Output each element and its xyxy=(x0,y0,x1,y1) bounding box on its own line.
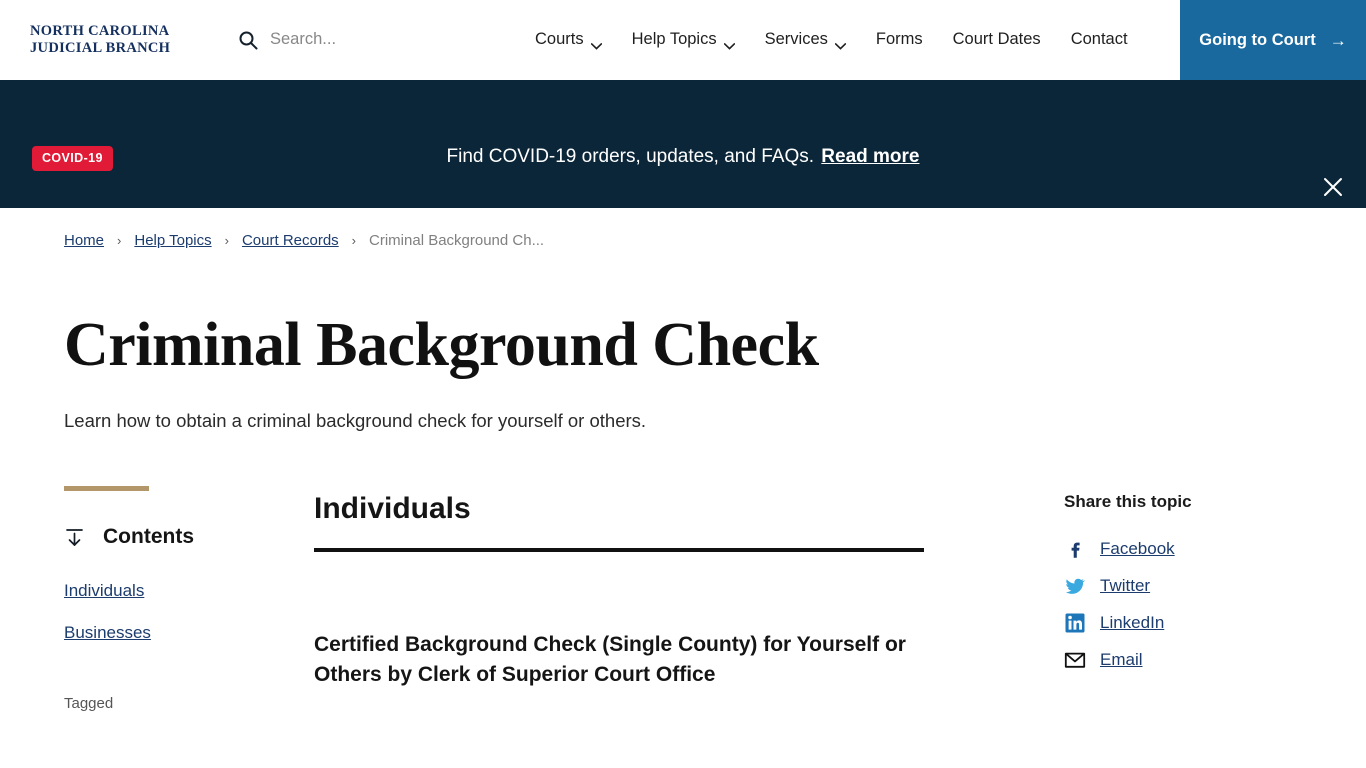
logo-line-1: NORTH CAROLINA xyxy=(30,22,170,39)
arrow-right-icon: → xyxy=(1329,30,1347,50)
page-body: Contents Individuals Businesses Tagged I… xyxy=(0,486,1366,712)
site-header: NORTH CAROLINA JUDICIAL BRANCH Courts He… xyxy=(0,0,1366,80)
nav-item-forms[interactable]: Forms xyxy=(876,30,923,49)
nav-item-courts[interactable]: Courts xyxy=(535,30,602,50)
share-link-twitter[interactable]: Twitter xyxy=(1064,575,1314,597)
search-input[interactable] xyxy=(270,30,440,49)
contents-link-individuals[interactable]: Individuals xyxy=(64,581,144,601)
nav-item-services[interactable]: Services xyxy=(764,30,846,50)
banner-message-wrap: Find COVID-19 orders, updates, and FAQs.… xyxy=(0,146,1366,168)
contents-link-businesses[interactable]: Businesses xyxy=(64,623,151,643)
page-title: Criminal Background Check xyxy=(64,311,819,379)
facebook-icon xyxy=(1064,538,1086,560)
cta-label: Going to Court xyxy=(1199,30,1316,49)
nav-label: Help Topics xyxy=(631,30,717,48)
nav-item-court-dates[interactable]: Court Dates xyxy=(953,30,1041,49)
share-link-list: Facebook Twitter LinkedIn Email xyxy=(1064,538,1314,671)
logo-line-2: JUDICIAL BRANCH xyxy=(30,39,171,56)
breadcrumb-item-current: Criminal Background Ch... xyxy=(369,231,545,249)
nav-label: Courts xyxy=(535,30,584,48)
share-panel: Share this topic Facebook Twitter Linked… xyxy=(1044,486,1314,712)
share-link-linkedin[interactable]: LinkedIn xyxy=(1064,612,1314,634)
nav-label: Contact xyxy=(1070,30,1128,48)
banner-message: Find COVID-19 orders, updates, and FAQs. xyxy=(446,146,815,167)
email-icon xyxy=(1064,649,1086,671)
chevron-down-icon xyxy=(834,36,846,50)
covid-alert-banner: COVID-19 Find COVID-19 orders, updates, … xyxy=(0,80,1366,208)
contents-header: Contents xyxy=(64,525,314,549)
share-link-facebook[interactable]: Facebook xyxy=(1064,538,1314,560)
breadcrumb-separator: › xyxy=(351,232,357,248)
share-link-email[interactable]: Email xyxy=(1064,649,1314,671)
nav-label: Services xyxy=(764,30,828,48)
contents-link-list: Individuals Businesses xyxy=(64,581,314,643)
nav-item-contact[interactable]: Contact xyxy=(1071,30,1128,49)
main-content: Individuals Certified Background Check (… xyxy=(314,486,1044,712)
breadcrumb: Home › Help Topics › Court Records › Cri… xyxy=(0,208,1366,272)
tagged-label: Tagged xyxy=(64,695,114,712)
read-more-link[interactable]: Read more xyxy=(821,146,919,167)
nav-label: Court Dates xyxy=(952,30,1041,48)
section-heading-individuals: Individuals xyxy=(314,492,924,552)
nav-label: Forms xyxy=(875,30,923,48)
contents-title: Contents xyxy=(103,525,194,548)
breadcrumb-separator: › xyxy=(117,232,122,248)
jump-to-icon xyxy=(64,527,85,548)
twitter-icon xyxy=(1064,575,1086,597)
breadcrumb-item-home[interactable]: Home xyxy=(64,232,104,249)
breadcrumb-item-court-records[interactable]: Court Records xyxy=(242,232,339,249)
subsection-heading-certified-background-check: Certified Background Check (Single Count… xyxy=(314,633,906,686)
share-panel-title: Share this topic xyxy=(1064,492,1192,511)
main-navigation: Courts Help Topics Services Forms Court … xyxy=(535,30,1128,50)
share-label: Email xyxy=(1100,650,1143,669)
breadcrumb-separator: › xyxy=(224,232,229,248)
share-label: Facebook xyxy=(1100,539,1175,558)
contents-sidebar: Contents Individuals Businesses Tagged xyxy=(0,486,314,712)
search-icon[interactable] xyxy=(238,30,258,50)
breadcrumb-item-help-topics[interactable]: Help Topics xyxy=(134,232,211,249)
share-label: LinkedIn xyxy=(1100,613,1165,632)
chevron-down-icon xyxy=(723,36,735,50)
chevron-down-icon xyxy=(590,36,602,50)
nav-item-help-topics[interactable]: Help Topics xyxy=(631,30,735,50)
search-box[interactable] xyxy=(238,20,440,60)
share-label: Twitter xyxy=(1100,576,1151,595)
page-subtitle: Learn how to obtain a criminal backgroun… xyxy=(64,410,647,431)
site-logo[interactable]: NORTH CAROLINA JUDICIAL BRANCH xyxy=(30,23,205,57)
accent-divider xyxy=(64,486,149,491)
close-icon[interactable] xyxy=(1320,174,1346,200)
linkedin-icon xyxy=(1064,612,1086,634)
going-to-court-button[interactable]: Going to Court → xyxy=(1180,0,1366,80)
